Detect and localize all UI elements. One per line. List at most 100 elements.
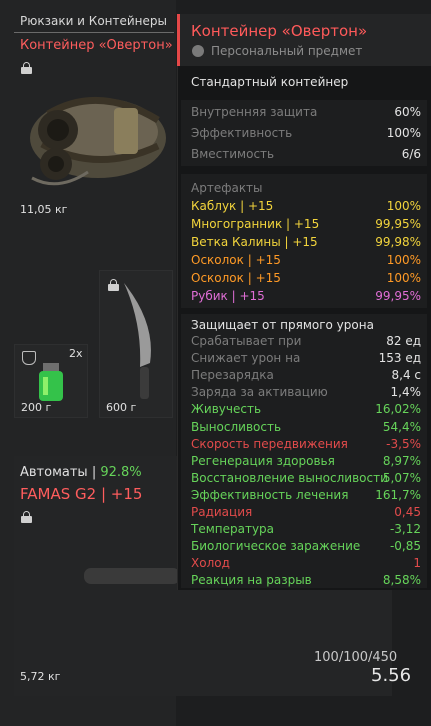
artifact-row: Многогранник | +15 99,95%	[191, 217, 421, 234]
container-type: Стандартный контейнер	[191, 75, 349, 89]
row-label: Ветка Калины | +15	[191, 235, 318, 249]
row-value: 161,7%	[375, 487, 421, 502]
effect-row: Скорость передвижения -3,5%	[191, 437, 421, 454]
row-value: 1,4%	[390, 385, 422, 400]
artifact-row: Осколок | +15 100%	[191, 253, 421, 270]
row-label: Перезарядка	[191, 368, 274, 383]
artifacts-title: Артефакты	[191, 181, 263, 195]
artifact-row: Рубик | +15 99,95%	[191, 289, 421, 306]
grenade-image	[39, 363, 63, 401]
row-label: Регенерация здоровья	[191, 453, 335, 468]
weapon-caliber: 5.56	[371, 665, 412, 686]
row-value: 5,07%	[382, 470, 421, 485]
row-value: 0,45	[394, 505, 421, 519]
weapon-upgrade: | +15	[96, 485, 143, 503]
item-weight: 11,05 кг	[20, 203, 68, 216]
row-label: Срабатывает при	[191, 334, 302, 348]
row-value: 99,98%	[375, 235, 421, 249]
effect-row: Регенерация здоровья 8,97%	[191, 454, 421, 471]
row-label: Осколок | +15	[191, 253, 281, 267]
row-value: 1	[413, 556, 421, 571]
row-label: Биологическое заражение	[191, 539, 361, 554]
protection-row: Срабатывает при 82 ед	[191, 334, 421, 351]
tooltip-subtitle: Персональный предмет	[211, 44, 363, 58]
row-value: 100%	[386, 271, 421, 285]
row-label: Внутренняя защита	[191, 105, 318, 119]
row-label: Выносливость	[191, 419, 282, 434]
row-label: Реакция на разрыв	[191, 573, 312, 588]
row-label: Каблук | +15	[191, 199, 274, 213]
weapon-percent: 92.8%	[100, 465, 142, 480]
row-value: 8,97%	[382, 453, 421, 468]
row-label: Живучесть	[191, 402, 262, 417]
weapon-category: Автоматы | 92.8%	[20, 465, 142, 480]
row-value: 99,95%	[375, 289, 421, 303]
row-value: 6/6	[401, 147, 421, 161]
row-label: Заряда за активацию	[191, 385, 328, 400]
effect-row: Выносливость 54,4%	[191, 420, 421, 437]
category-title: Рюкзаки и Контейнеры	[20, 14, 167, 28]
protection-row: Снижает урон на 153 ед	[191, 351, 421, 368]
protection-title: Защищает от прямого урона	[191, 318, 374, 332]
stack-count: 2x	[69, 347, 83, 360]
row-value: -3,5%	[386, 436, 421, 451]
row-value: -3,12	[389, 522, 421, 537]
effect-row: Эффективность лечения 161,7%	[191, 488, 421, 505]
stat-row: Эффективность 100%	[191, 126, 421, 143]
person-icon	[192, 45, 204, 57]
row-value: -0,85	[389, 539, 421, 554]
effect-row: Реакция на разрыв 8,58%	[191, 573, 421, 590]
row-value: 100%	[386, 253, 421, 267]
effect-row: Биологическое заражение -0,85	[191, 539, 421, 556]
stat-row: Вместимость 6/6	[191, 147, 421, 164]
backpack-image[interactable]	[18, 74, 168, 198]
slot-weight: 600 г	[106, 401, 137, 414]
row-value: 16,02%	[375, 402, 421, 417]
row-label: Восстановление выносливости	[191, 470, 388, 485]
row-label: Эффективность лечения	[191, 487, 349, 502]
knife-image	[124, 283, 151, 399]
row-label: Скорость передвижения	[191, 436, 348, 451]
tooltip-title: Контейнер «Овертон»	[191, 22, 368, 40]
protection-row: Заряда за активацию 1,4%	[191, 385, 421, 402]
row-label: Рубик | +15	[191, 289, 265, 303]
row-label: Вместимость	[191, 147, 275, 161]
row-value: 8,58%	[382, 573, 421, 588]
row-value: 54,4%	[382, 419, 421, 434]
row-label: Эффективность	[191, 126, 293, 140]
effect-row: Восстановление выносливости 5,07%	[191, 471, 421, 488]
stat-row: Внутренняя защита 60%	[191, 105, 421, 122]
row-value: 100%	[386, 199, 421, 213]
weapon-name[interactable]: FAMAS G2 | +15	[20, 485, 142, 503]
row-label: Снижает урон на	[191, 351, 301, 366]
grenade-slot[interactable]: 2x 200 г	[14, 344, 88, 418]
row-value: 99,95%	[375, 217, 421, 231]
row-value: 153 ед	[378, 351, 421, 366]
row-label: Многогранник | +15	[191, 217, 320, 231]
effect-row: Холод 1	[191, 556, 421, 573]
durability: 100/100/450	[314, 650, 398, 665]
separator: |	[87, 465, 101, 480]
accent-bar	[177, 14, 180, 66]
row-label: Холод	[191, 556, 230, 571]
weapon-name-label: FAMAS G2	[20, 485, 97, 503]
row-value: 82 ед	[386, 334, 421, 348]
weapon-category-label: Автоматы	[20, 465, 88, 480]
lock-icon	[21, 62, 32, 74]
slot-weight: 200 г	[21, 401, 52, 414]
row-value: 8,4 с	[391, 368, 422, 383]
selected-item-name[interactable]: Контейнер «Овертон»	[20, 38, 173, 53]
effect-row: Радиация 0,45	[191, 505, 421, 522]
knife-slot[interactable]: 600 г	[99, 270, 173, 418]
effect-row: Температура -3,12	[191, 522, 421, 539]
effect-row: Живучесть 16,02%	[191, 402, 421, 419]
lock-icon	[21, 511, 32, 523]
protection-row: Перезарядка 8,4 с	[191, 368, 421, 385]
row-label: Радиация	[191, 505, 253, 519]
row-value: 60%	[394, 105, 421, 119]
divider	[14, 32, 174, 33]
weapon-weight: 5,72 кг	[20, 670, 61, 683]
row-label: Осколок | +15	[191, 271, 281, 285]
artifact-row: Ветка Калины | +15 99,98%	[191, 235, 421, 252]
artifact-row: Каблук | +15 100%	[191, 199, 421, 216]
